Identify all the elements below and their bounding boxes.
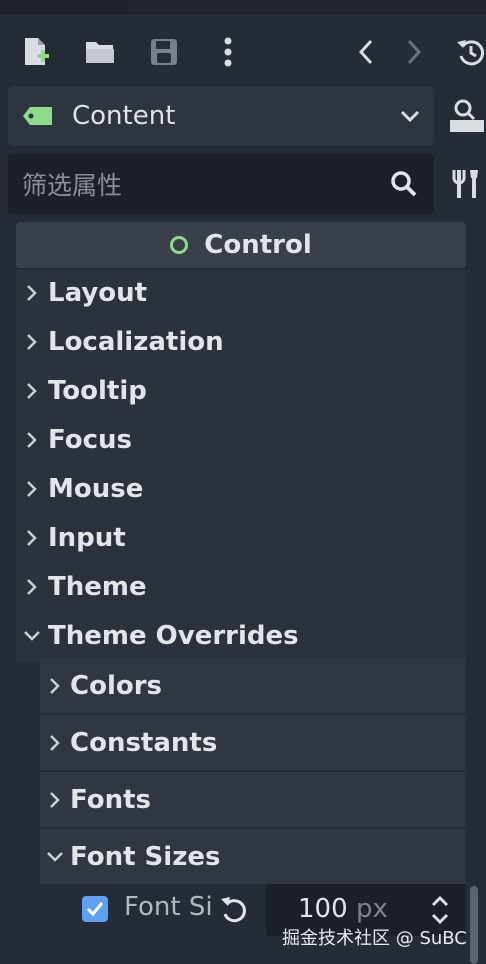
chevron-right-icon (16, 284, 48, 302)
control-node-icon (170, 236, 189, 254)
scrollbar-thumb[interactable] (470, 886, 478, 964)
tools-icon[interactable] (448, 164, 486, 204)
updown-arrows-icon[interactable] (430, 894, 450, 926)
category-label: Mouse (48, 473, 144, 504)
watermark: 掘金技术社区 @ SuBC (282, 928, 467, 949)
save-icon[interactable] (144, 24, 184, 80)
chevron-right-icon (16, 480, 48, 498)
category-layout[interactable]: Layout (16, 268, 466, 317)
history-icon[interactable] (450, 24, 486, 80)
chevron-right-icon (16, 578, 48, 596)
filter-placeholder: 筛选属性 (22, 171, 123, 200)
new-script-icon[interactable] (16, 24, 56, 80)
spinbox-unit: px (356, 894, 388, 924)
section-title: Control (204, 230, 312, 260)
category-label: Theme Overrides (48, 620, 299, 651)
category-theme[interactable]: Theme (16, 562, 466, 611)
category-input[interactable]: Input (16, 513, 466, 562)
top-bar-tabs (128, 0, 486, 12)
chevron-down-icon (16, 630, 48, 642)
docs-icon[interactable] (448, 96, 486, 136)
group-constants[interactable]: Constants (40, 715, 466, 770)
section-control[interactable]: Control (16, 222, 466, 268)
group-label: Constants (70, 727, 218, 758)
group-label: Fonts (70, 784, 151, 815)
group-fonts[interactable]: Fonts (40, 772, 466, 827)
category-label: Focus (48, 424, 132, 455)
spinbox-value: 100 (298, 894, 348, 924)
forward-icon[interactable] (394, 24, 434, 80)
open-folder-icon[interactable] (80, 24, 120, 80)
group-font-sizes[interactable]: Font Sizes (40, 829, 466, 884)
resource-label: Content (72, 101, 176, 131)
filter-properties-input[interactable]: 筛选属性 (8, 154, 434, 214)
category-tooltip[interactable]: Tooltip (16, 366, 466, 415)
chevron-right-icon (40, 734, 70, 752)
resource-selector[interactable]: Content (8, 86, 434, 146)
chevron-right-icon (40, 791, 70, 809)
more-vertical-icon[interactable] (208, 24, 248, 80)
category-label: Theme (48, 571, 147, 602)
group-colors[interactable]: Colors (40, 658, 466, 713)
tag-icon (23, 107, 52, 125)
chevron-right-icon (16, 333, 48, 351)
chevron-down-icon[interactable] (400, 104, 420, 128)
category-label: Input (48, 522, 126, 553)
chevron-down-icon (40, 851, 70, 863)
chevron-right-icon (40, 677, 70, 695)
override-checkbox[interactable] (82, 896, 108, 922)
group-label: Font Sizes (70, 841, 221, 872)
category-label: Tooltip (48, 375, 147, 406)
chevron-right-icon (16, 529, 48, 547)
category-localization[interactable]: Localization (16, 317, 466, 366)
category-focus[interactable]: Focus (16, 415, 466, 464)
inspector-toolbar (0, 24, 486, 80)
search-icon (391, 171, 417, 197)
category-theme-overrides[interactable]: Theme Overrides (16, 611, 466, 660)
category-label: Layout (48, 277, 148, 308)
back-icon[interactable] (346, 24, 386, 80)
chevron-right-icon (16, 431, 48, 449)
chevron-right-icon (16, 382, 48, 400)
property-label: Font Si (124, 892, 213, 922)
revert-icon[interactable] (218, 896, 248, 924)
category-mouse[interactable]: Mouse (16, 464, 466, 513)
group-label: Colors (70, 670, 163, 701)
category-label: Localization (48, 326, 224, 357)
